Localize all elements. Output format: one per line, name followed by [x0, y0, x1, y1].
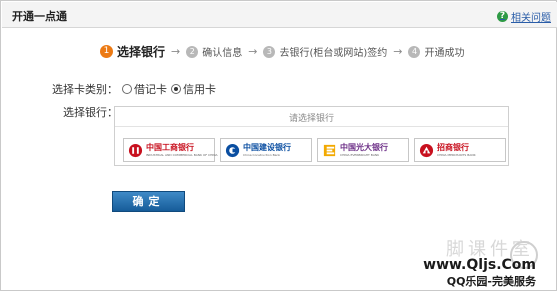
bank-name-en: China Construction Bank — [243, 152, 281, 157]
credit-card-radio[interactable]: 信用卡 — [171, 81, 216, 97]
ccb-logo-icon — [225, 143, 240, 157]
bank-option-ceb[interactable]: 中国光大银行 CHINA EVERBRIGHT BANK — [317, 138, 409, 162]
bank-name-en: CHINA EVERBRIGHT BANK — [340, 152, 380, 157]
bank-select-box: 请选择银行 中国工商银行 INDUSTRIAL AND COMMERCIAL B… — [114, 106, 509, 166]
related-questions-label: 相关问题 — [511, 13, 551, 24]
debit-card-radio[interactable]: 借记卡 — [122, 81, 167, 97]
step-label: 去银行(柜台或网站)签约 — [279, 48, 388, 59]
dialog-frame: 开通一点通 ? 相关问题 1 选择银行 → 2 确认信息 → 3 去银行(柜台或… — [0, 0, 557, 291]
arrow-right-icon: → — [171, 45, 181, 58]
icbc-logo-icon — [128, 143, 143, 157]
bank-name-en: CHINA MERCHANTS BANK — [437, 152, 476, 157]
question-icon: ? — [497, 11, 508, 22]
step-number: 1 — [100, 45, 113, 58]
step-activated: 4 开通成功 — [408, 44, 464, 59]
step-label: 选择银行 — [117, 45, 166, 59]
bank-name-en: INDUSTRIAL AND COMMERCIAL BANK OF CHINA — [146, 152, 218, 157]
bank-name: 中国光大银行 — [340, 142, 388, 152]
dialog-header: 开通一点通 ? 相关问题 — [2, 2, 557, 28]
cmb-logo-icon — [419, 143, 434, 157]
step-number: 2 — [186, 45, 199, 58]
card-type-row: 选择卡类别： 借记卡 信用卡 — [52, 81, 220, 97]
confirm-button[interactable]: 确定 — [112, 191, 185, 212]
divider — [115, 126, 508, 127]
watermark-url: www.Qljs.Com — [423, 257, 536, 273]
radio-label: 借记卡 — [134, 83, 167, 96]
bank-option-cmb[interactable]: 招商银行 CHINA MERCHANTS BANK — [414, 138, 506, 162]
step-bank-signing: 3 去银行(柜台或网站)签约 — [263, 44, 387, 59]
step-number: 3 — [263, 45, 276, 58]
watermark-slogan: QQ乐园-完美服务 — [446, 275, 536, 288]
bank-select-label: 选择银行： — [63, 106, 118, 119]
step-number: 4 — [408, 45, 421, 58]
bank-name: 中国工商银行 — [146, 142, 194, 152]
watermark: 脚课件室 www.Qljs.Com QQ乐园-完美服务 — [402, 235, 542, 288]
step-select-bank: 1 选择银行 — [100, 43, 165, 60]
bank-name: 招商银行 — [437, 142, 469, 152]
progress-steps: 1 选择银行 → 2 确认信息 → 3 去银行(柜台或网站)签约 → 4 开通成… — [100, 43, 464, 60]
page-title: 开通一点通 — [12, 10, 67, 23]
radio-circle-icon[interactable] — [122, 84, 132, 94]
bank-select-hint: 请选择银行 — [288, 114, 334, 124]
related-questions-link[interactable]: ? 相关问题 — [497, 9, 551, 24]
bank-option-ccb[interactable]: 中国建设银行 China Construction Bank — [220, 138, 312, 162]
radio-circle-icon[interactable] — [171, 84, 181, 94]
radio-label: 信用卡 — [183, 83, 216, 96]
step-label: 确认信息 — [202, 48, 243, 59]
arrow-right-icon: → — [248, 45, 258, 58]
arrow-right-icon: → — [393, 45, 403, 58]
cebbank-logo-icon — [323, 144, 336, 156]
bank-name: 中国建设银行 — [243, 142, 291, 152]
bank-option-icbc[interactable]: 中国工商银行 INDUSTRIAL AND COMMERCIAL BANK OF… — [123, 138, 218, 162]
step-confirm-info: 2 确认信息 — [186, 44, 242, 59]
card-type-label: 选择卡类别： — [52, 83, 118, 96]
step-label: 开通成功 — [424, 48, 465, 59]
